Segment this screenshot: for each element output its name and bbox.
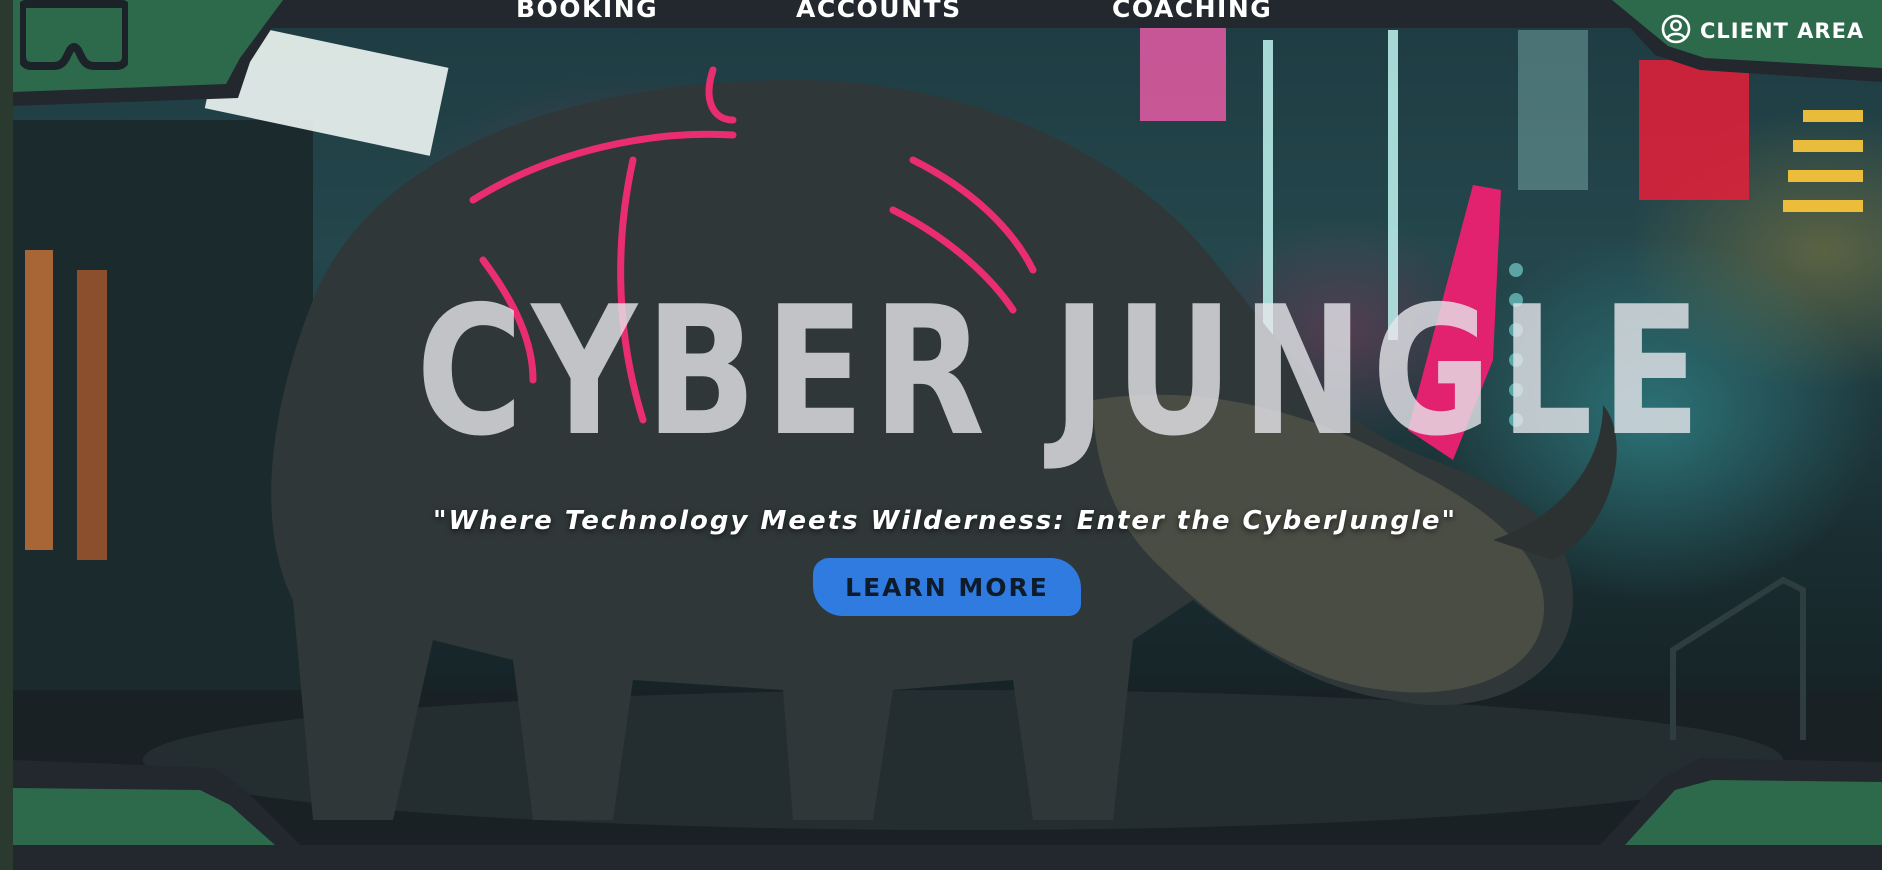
user-circle-icon [1660, 13, 1692, 49]
learn-more-button[interactable]: Learn more [813, 558, 1081, 616]
client-area-label: Client area [1700, 19, 1865, 43]
nav-link-accounts[interactable]: Accounts [796, 0, 962, 22]
nav-link-coaching[interactable]: Coaching [1112, 0, 1272, 22]
hero-tagline: "Where Technology Meets Wilderness: Ente… [432, 506, 1458, 536]
nav-link-booking[interactable]: Booking [516, 0, 658, 22]
client-area-link[interactable]: Client area [1660, 13, 1864, 49]
hero-title: CYBER JUNGLE [416, 268, 1709, 475]
page-left-edge [0, 0, 13, 870]
vr-headset-icon[interactable] [18, 0, 130, 72]
